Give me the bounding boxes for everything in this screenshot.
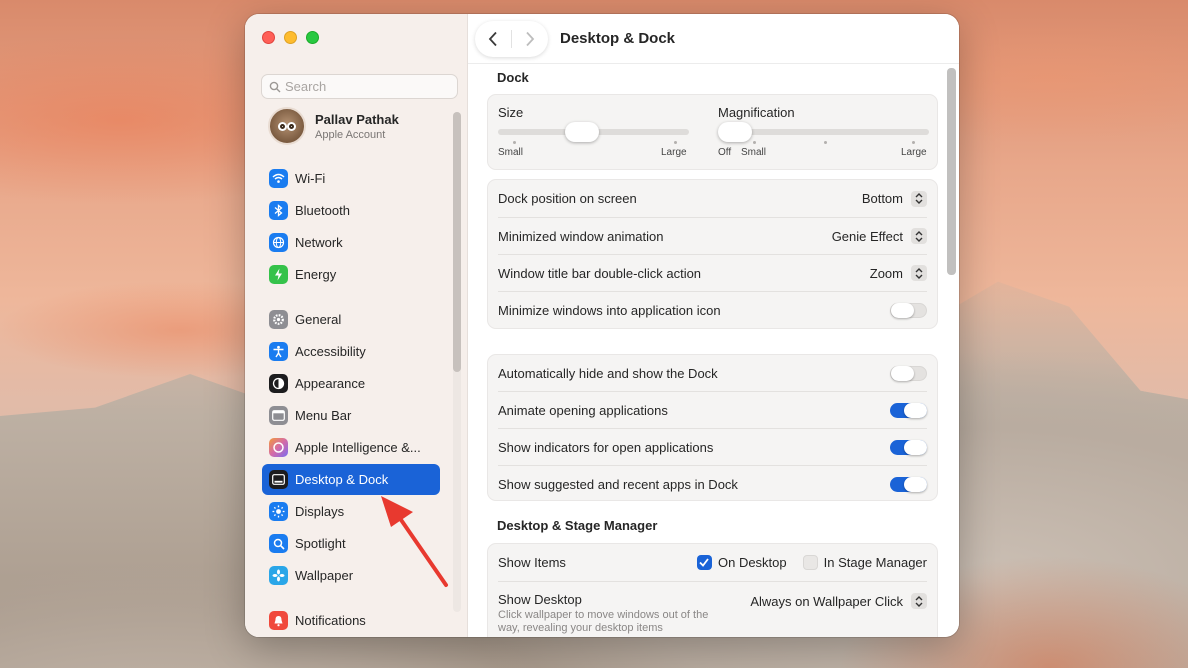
annotation-arrow-icon (381, 496, 448, 587)
